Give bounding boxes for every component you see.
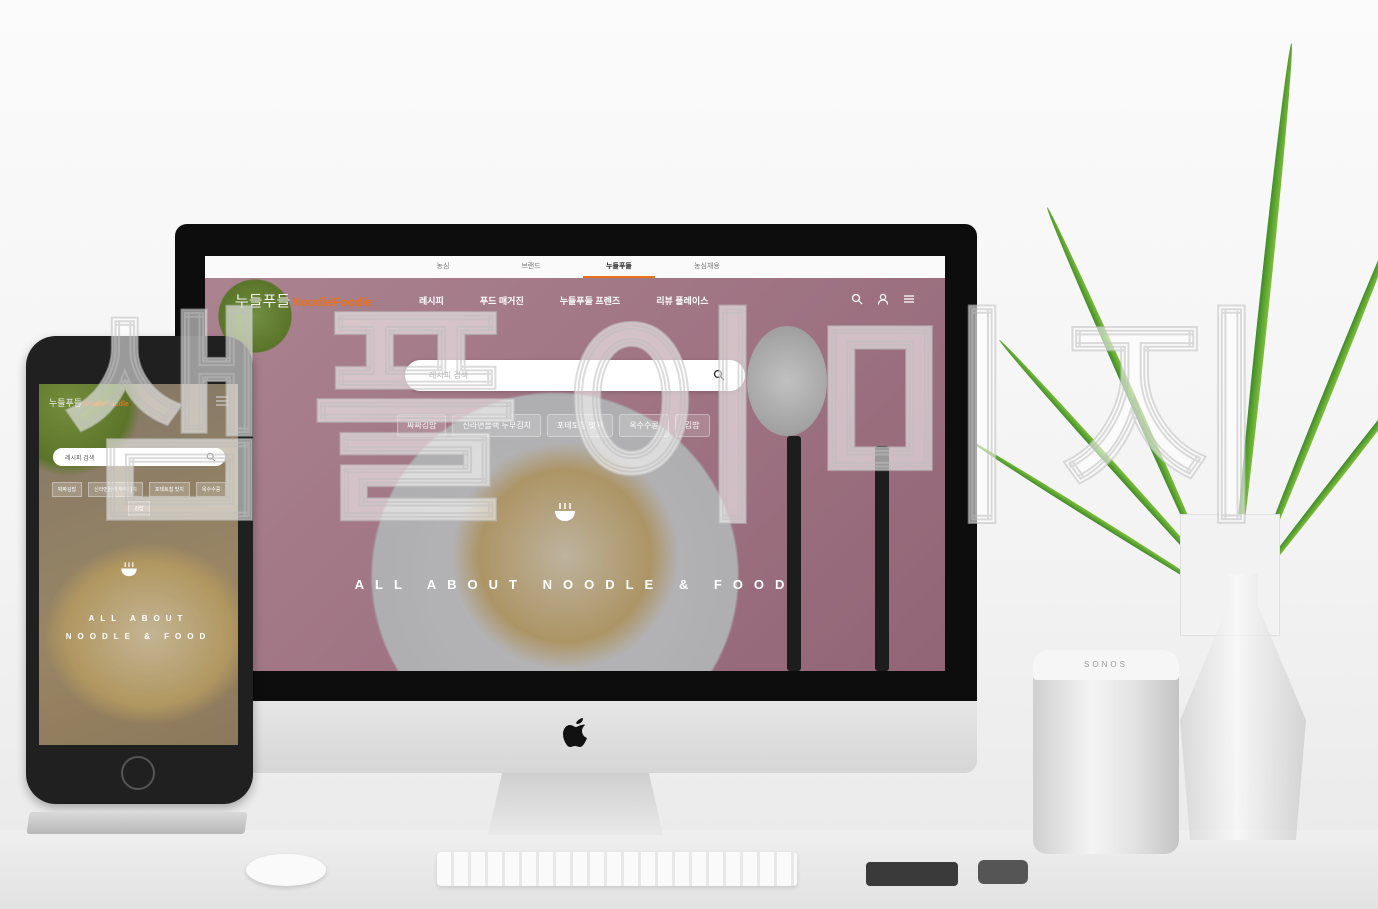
mobile-site-logo[interactable]: 누들푸들NoodleFoodle xyxy=(49,396,129,409)
menu-item-friends[interactable]: 누들푸들 프렌즈 xyxy=(560,294,620,307)
speaker-brand: SONOS xyxy=(1084,660,1128,669)
hero-tagline: ALL ABOUT NOODLE & FOOD xyxy=(354,577,796,592)
site-logo[interactable]: 누들푸들 NoodleFoodle xyxy=(235,290,372,311)
smartphone-on-desk xyxy=(866,862,958,886)
search-placeholder: 레시피 검색 xyxy=(65,456,95,462)
tag-button[interactable]: 신라면블랙 두부김치 xyxy=(88,482,143,497)
menu-icon[interactable] xyxy=(216,396,228,406)
topbar-link-brand[interactable]: 브랜드 xyxy=(487,256,575,278)
user-icon[interactable] xyxy=(877,292,889,305)
mouse xyxy=(246,854,326,886)
smartwatch xyxy=(978,860,1028,884)
speaker xyxy=(1033,650,1179,854)
menu-item-review-place[interactable]: 리뷰 플레이스 xyxy=(656,294,708,307)
logo-korean: 누들푸들 xyxy=(235,293,291,310)
noodle-bowl-icon xyxy=(121,562,137,577)
topbar-link-careers[interactable]: 농심채용 xyxy=(663,256,751,278)
keyword-tags: 짜짜김밥 신라면블랙 두부김치 포테토칩 맛치 옥수수콩 김밥 xyxy=(397,414,710,437)
main-menu: 레시피 푸드 매거진 누들푸들 프렌즈 리뷰 플레이스 xyxy=(419,294,744,307)
imac-stand xyxy=(488,773,663,835)
recipe-search-bar[interactable]: 레시피 검색 xyxy=(405,360,745,391)
tag-button[interactable]: 포테토칩 맛치 xyxy=(148,482,190,497)
global-topbar: 농심 브랜드 누들푸들 농심채용 xyxy=(205,256,945,278)
menu-item-recipe[interactable]: 레시피 xyxy=(419,294,444,307)
mobile-site-screen: 누들푸들NoodleFoodle 레시피 검색 짜짜김밥 신라면블랙 두부김치 … xyxy=(39,384,238,745)
logo-english: NoodleFoodle xyxy=(82,401,129,408)
menu-icon[interactable] xyxy=(903,292,915,304)
mobile-hero-line2: NOODLE & FOOD xyxy=(65,632,212,641)
search-icon[interactable] xyxy=(206,452,216,462)
nav-icons xyxy=(851,292,915,305)
mobile-search-bar[interactable]: 레시피 검색 xyxy=(53,448,225,466)
tag-button[interactable]: 신라면블랙 두부김치 xyxy=(452,414,541,437)
device-stack xyxy=(26,812,248,834)
search-icon[interactable] xyxy=(851,292,863,305)
logo-korean: 누들푸들 xyxy=(49,398,83,408)
site-navbar: 누들푸들 NoodleFoodle 레시피 푸드 매거진 누들푸들 프렌즈 리뷰 … xyxy=(205,278,945,324)
apple-logo-icon xyxy=(563,718,587,747)
keyboard xyxy=(437,852,797,886)
mobile-hero-line1: ALL ABOUT xyxy=(88,614,189,623)
mobile-keyword-tags: 짜짜김밥 신라면블랙 두부김치 포테토칩 맛치 옥수수콩 김밥 xyxy=(49,482,229,516)
menu-item-food-magazine[interactable]: 푸드 매거진 xyxy=(480,294,524,307)
noodle-bowl-icon xyxy=(555,503,575,521)
tag-button[interactable]: 짜짜김밥 xyxy=(51,482,83,497)
topbar-link-nongshim[interactable]: 농심 xyxy=(399,256,487,278)
tag-button[interactable]: 김밥 xyxy=(674,414,710,437)
logo-english: NoodleFoodle xyxy=(292,295,373,309)
tag-button[interactable]: 김밥 xyxy=(128,501,150,516)
tag-button[interactable]: 옥수수콩 xyxy=(619,414,669,437)
search-placeholder: 레시피 검색 xyxy=(429,371,469,380)
phone-home-button xyxy=(121,756,155,790)
tag-button[interactable]: 짜짜김밥 xyxy=(397,414,447,437)
topbar-link-noodlefoodle[interactable]: 누들푸들 xyxy=(575,256,663,278)
desktop-site-screen: 농심 브랜드 누들푸들 농심채용 누들푸들 NoodleFoodle 레시피 푸드… xyxy=(205,256,945,671)
tag-button[interactable]: 포테토칩 맛치 xyxy=(546,414,614,437)
search-icon[interactable] xyxy=(713,369,725,381)
tag-button[interactable]: 옥수수콩 xyxy=(195,482,227,497)
